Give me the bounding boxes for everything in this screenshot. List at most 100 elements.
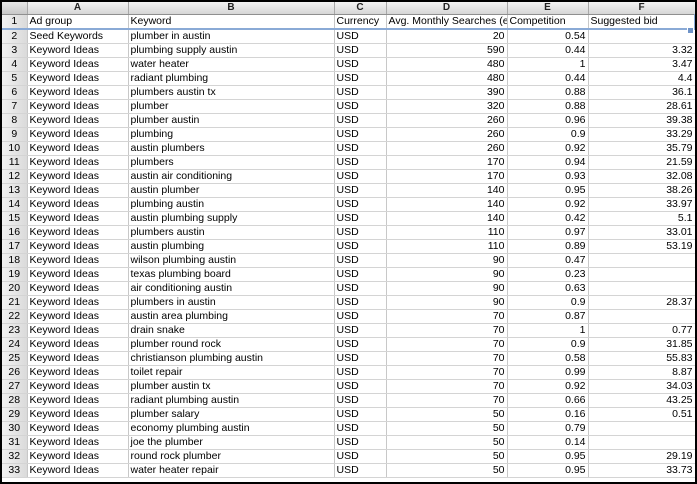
cell-currency[interactable]: USD	[334, 99, 387, 114]
row-number[interactable]: 25	[2, 351, 28, 366]
cell-ad-group[interactable]: Keyword Ideas	[27, 337, 129, 352]
cell-currency[interactable]: USD	[334, 253, 387, 268]
row-number[interactable]: 2	[2, 29, 28, 44]
cell-currency[interactable]: USD	[334, 407, 387, 422]
cell-suggested-bid[interactable]: 3.47	[588, 57, 695, 72]
cell-keyword[interactable]: plumber salary	[128, 407, 335, 422]
row-number[interactable]: 1	[2, 14, 28, 30]
row-number[interactable]: 31	[2, 435, 28, 450]
cell-searches[interactable]: 70	[386, 337, 508, 352]
cell-ad-group[interactable]: Keyword Ideas	[27, 169, 129, 184]
cell-ad-group[interactable]: Keyword Ideas	[27, 295, 129, 310]
cell-keyword[interactable]: wilson plumbing austin	[128, 253, 335, 268]
cell-competition[interactable]: 0.9	[507, 295, 589, 310]
cell-suggested-bid[interactable]: 31.85	[588, 337, 695, 352]
row-number[interactable]: 21	[2, 295, 28, 310]
row-number[interactable]: 29	[2, 407, 28, 422]
cell-currency[interactable]: USD	[334, 421, 387, 436]
cell-currency[interactable]: USD	[334, 225, 387, 240]
cell-competition[interactable]: 0.16	[507, 407, 589, 422]
cell-competition[interactable]: 0.95	[507, 449, 589, 464]
cell-suggested-bid[interactable]: 39.38	[588, 113, 695, 128]
cell-keyword[interactable]: water heater	[128, 57, 335, 72]
row-number[interactable]: 23	[2, 323, 28, 338]
cell-searches[interactable]: 390	[386, 85, 508, 100]
cell-currency[interactable]: USD	[334, 43, 387, 58]
cell-keyword[interactable]: plumbers austin	[128, 225, 335, 240]
fill-handle[interactable]	[687, 27, 694, 34]
cell-searches[interactable]: 70	[386, 309, 508, 324]
cell-competition[interactable]: 0.79	[507, 421, 589, 436]
row-number[interactable]: 14	[2, 197, 28, 212]
cell-currency[interactable]: USD	[334, 71, 387, 86]
cell-currency[interactable]: USD	[334, 169, 387, 184]
column-header-e[interactable]: E	[507, 2, 589, 15]
cell-ad-group[interactable]: Keyword Ideas	[27, 141, 129, 156]
cell-competition[interactable]: 0.89	[507, 239, 589, 254]
cell-searches[interactable]: 20	[386, 29, 508, 44]
cell-keyword[interactable]: christianson plumbing austin	[128, 351, 335, 366]
cell-suggested-bid[interactable]	[588, 267, 695, 282]
cell-ad-group[interactable]: Keyword Ideas	[27, 155, 129, 170]
cell-ad-group[interactable]: Keyword Ideas	[27, 113, 129, 128]
cell-competition[interactable]: 0.92	[507, 141, 589, 156]
cell-currency[interactable]: USD	[334, 463, 387, 478]
cell-suggested-bid[interactable]: 33.01	[588, 225, 695, 240]
row-number[interactable]: 33	[2, 463, 28, 478]
cell-competition[interactable]: 0.88	[507, 85, 589, 100]
cell-suggested-bid[interactable]: 36.1	[588, 85, 695, 100]
cell-ad-group[interactable]: Keyword Ideas	[27, 127, 129, 142]
cell-keyword[interactable]: economy plumbing austin	[128, 421, 335, 436]
cell-currency[interactable]: USD	[334, 113, 387, 128]
cell-ad-group[interactable]: Keyword Ideas	[27, 435, 129, 450]
row-number[interactable]: 11	[2, 155, 28, 170]
cell-searches[interactable]: 70	[386, 323, 508, 338]
cell-ad-group[interactable]: Keyword Ideas	[27, 57, 129, 72]
cell-currency[interactable]: USD	[334, 281, 387, 296]
cell-suggested-bid[interactable]: 35.79	[588, 141, 695, 156]
cell-currency[interactable]: USD	[334, 127, 387, 142]
cell-suggested-bid[interactable]: 38.26	[588, 183, 695, 198]
cell-currency[interactable]: USD	[334, 29, 387, 44]
row-number[interactable]: 22	[2, 309, 28, 324]
cell-ad-group[interactable]: Keyword Ideas	[27, 99, 129, 114]
cell-keyword[interactable]: plumber austin tx	[128, 379, 335, 394]
cell-keyword[interactable]: austin plumber	[128, 183, 335, 198]
cell-competition[interactable]: 0.97	[507, 225, 589, 240]
cell-suggested-bid[interactable]: 33.73	[588, 463, 695, 478]
cell-searches[interactable]: 260	[386, 127, 508, 142]
cell-ad-group[interactable]: Keyword Ideas	[27, 211, 129, 226]
cell-searches[interactable]: 140	[386, 211, 508, 226]
cell-competition[interactable]: 0.44	[507, 71, 589, 86]
cell-ad-group[interactable]: Keyword Ideas	[27, 449, 129, 464]
cell-suggested-bid[interactable]: 53.19	[588, 239, 695, 254]
row-number[interactable]: 10	[2, 141, 28, 156]
row-number[interactable]: 4	[2, 57, 28, 72]
row-number[interactable]: 28	[2, 393, 28, 408]
cell-keyword[interactable]: plumber in austin	[128, 29, 335, 44]
cell-keyword[interactable]: plumbers austin tx	[128, 85, 335, 100]
cell-competition[interactable]: 0.44	[507, 43, 589, 58]
cell-keyword[interactable]: plumbers	[128, 155, 335, 170]
cell-ad-group-header[interactable]: Ad group	[27, 14, 129, 30]
cell-suggested-bid[interactable]: 21.59	[588, 155, 695, 170]
cell-searches[interactable]: 480	[386, 71, 508, 86]
cell-currency[interactable]: USD	[334, 85, 387, 100]
row-number[interactable]: 9	[2, 127, 28, 142]
row-number[interactable]: 18	[2, 253, 28, 268]
cell-searches[interactable]: 110	[386, 225, 508, 240]
cell-ad-group[interactable]: Keyword Ideas	[27, 281, 129, 296]
cell-competition[interactable]: 0.88	[507, 99, 589, 114]
cell-currency[interactable]: USD	[334, 435, 387, 450]
cell-ad-group[interactable]: Keyword Ideas	[27, 197, 129, 212]
row-number[interactable]: 27	[2, 379, 28, 394]
cell-ad-group[interactable]: Keyword Ideas	[27, 393, 129, 408]
cell-suggested-bid[interactable]	[588, 29, 695, 44]
cell-competition[interactable]: 0.96	[507, 113, 589, 128]
cell-currency[interactable]: USD	[334, 323, 387, 338]
cell-currency[interactable]: USD	[334, 379, 387, 394]
cell-suggested-bid[interactable]: 33.97	[588, 197, 695, 212]
row-number[interactable]: 3	[2, 43, 28, 58]
cell-searches[interactable]: 480	[386, 57, 508, 72]
cell-ad-group[interactable]: Keyword Ideas	[27, 407, 129, 422]
